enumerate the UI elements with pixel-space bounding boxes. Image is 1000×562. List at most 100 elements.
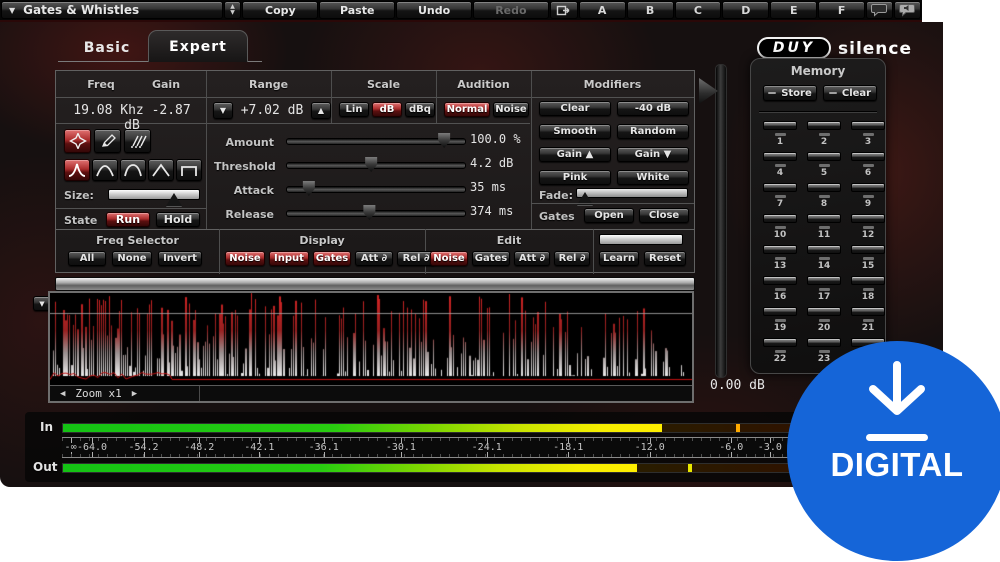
learn-button[interactable]: Learn — [599, 251, 639, 266]
waveform-scrollbar[interactable] — [55, 277, 695, 291]
memory-slot-button[interactable] — [807, 214, 841, 223]
memory-slot-button[interactable] — [807, 121, 841, 130]
multi-draw-tool-button[interactable] — [124, 129, 151, 153]
state-hold-button[interactable]: Hold — [156, 212, 200, 227]
audition-noise-button[interactable]: Noise — [493, 102, 529, 117]
preset-selector[interactable]: ▼ Gates & Whistles — [1, 1, 223, 19]
curve-bell-button[interactable] — [120, 159, 146, 181]
modifier-random-button[interactable]: Random — [617, 124, 689, 139]
memory-slot-button[interactable] — [851, 276, 885, 285]
memory-slot-4[interactable]: 4 — [763, 152, 797, 178]
memory-slot-9[interactable]: 9 — [851, 183, 885, 209]
memory-slot-5[interactable]: 5 — [807, 152, 841, 178]
memory-slot-1[interactable]: 1 — [763, 121, 797, 147]
release-slider-thumb[interactable] — [363, 205, 376, 220]
memory-slot-18[interactable]: 18 — [851, 276, 885, 302]
memory-slot-button[interactable] — [763, 183, 797, 192]
edit-gates-button[interactable]: Gates — [472, 251, 510, 266]
redo-button[interactable]: Redo — [472, 1, 549, 19]
memory-slot-button[interactable] — [851, 245, 885, 254]
memory-slot-10[interactable]: 10 — [763, 214, 797, 240]
audio-bubble-icon[interactable] — [894, 1, 921, 19]
memory-slot-17[interactable]: 17 — [807, 276, 841, 302]
memory-slot-button[interactable] — [763, 214, 797, 223]
memory-slot-button[interactable] — [807, 183, 841, 192]
memory-slot-button[interactable] — [807, 245, 841, 254]
memory-slot-8[interactable]: 8 — [807, 183, 841, 209]
zoom-control[interactable]: ◀ Zoom x1 ▶ — [50, 386, 200, 401]
memory-slot-19[interactable]: 19 — [763, 307, 797, 333]
display-att-button[interactable]: Att ∂ — [355, 251, 393, 266]
reset-button[interactable]: Reset — [644, 251, 686, 266]
memory-slot-button[interactable] — [763, 338, 797, 347]
size-slider[interactable] — [108, 189, 200, 206]
paste-button[interactable]: Paste — [319, 1, 396, 19]
modifier-gain-down-button[interactable]: Gain ▼ — [617, 147, 689, 162]
threshold-slider-thumb[interactable] — [365, 157, 378, 172]
edit-att-button[interactable]: Att ∂ — [514, 251, 550, 266]
curve-flat-top-button[interactable] — [176, 159, 202, 181]
range-increase-button[interactable]: ▲ — [311, 102, 331, 119]
display-gates-button[interactable]: Gates — [313, 251, 351, 266]
modifier-pink-button[interactable]: Pink — [539, 170, 611, 185]
memory-slot-3[interactable]: 3 — [851, 121, 885, 147]
memory-slot-a-button[interactable]: A — [578, 1, 626, 19]
memory-slot-b-button[interactable]: B — [626, 1, 674, 19]
memory-slot-button[interactable] — [851, 307, 885, 316]
node-edit-tool-button[interactable] — [64, 129, 91, 153]
modifier-gain-up-button[interactable]: Gain ▲ — [539, 147, 611, 162]
edit-noise-button[interactable]: Noise — [430, 251, 468, 266]
freq-select-none-button[interactable]: None — [112, 251, 152, 266]
range-decrease-button[interactable]: ▼ — [213, 102, 233, 119]
memory-slot-15[interactable]: 15 — [851, 245, 885, 271]
comment-bubble-icon[interactable] — [866, 1, 894, 19]
memory-slot-22[interactable]: 22 — [763, 338, 797, 364]
edit-rel-button[interactable]: Rel ∂ — [554, 251, 590, 266]
scale-dbq-button[interactable]: dBq — [405, 102, 435, 117]
release-slider[interactable] — [286, 205, 466, 220]
memory-slot-button[interactable] — [763, 121, 797, 130]
undo-button[interactable]: Undo — [396, 1, 472, 19]
curve-narrow-peak-button[interactable] — [64, 159, 90, 181]
memory-slot-button[interactable] — [763, 307, 797, 316]
audition-normal-button[interactable]: Normal — [444, 102, 490, 117]
attack-slider-thumb[interactable] — [302, 181, 315, 196]
gates-close-button[interactable]: Close — [639, 208, 689, 223]
memory-slot-21[interactable]: 21 — [851, 307, 885, 333]
curve-triangle-button[interactable] — [148, 159, 174, 181]
waveform-canvas[interactable] — [50, 293, 692, 385]
amount-slider[interactable] — [286, 133, 466, 148]
copy-button[interactable]: Copy — [242, 1, 319, 19]
memory-slot-f-button[interactable]: F — [818, 1, 866, 19]
memory-slot-13[interactable]: 13 — [763, 245, 797, 271]
memory-slot-14[interactable]: 14 — [807, 245, 841, 271]
modifier-clear-button[interactable]: Clear — [539, 101, 611, 116]
size-slider-thumb[interactable] — [166, 193, 182, 206]
export-icon[interactable] — [549, 1, 578, 19]
memory-slot-button[interactable] — [851, 183, 885, 192]
memory-slot-7[interactable]: 7 — [763, 183, 797, 209]
memory-slot-button[interactable] — [807, 276, 841, 285]
pencil-tool-button[interactable] — [94, 129, 121, 153]
display-noise-button[interactable]: Noise — [225, 251, 265, 266]
memory-slot-2[interactable]: 2 — [807, 121, 841, 147]
memory-slot-11[interactable]: 11 — [807, 214, 841, 240]
memory-slot-e-button[interactable]: E — [770, 1, 818, 19]
tab-basic[interactable]: Basic — [68, 36, 146, 60]
attack-slider[interactable] — [286, 181, 466, 196]
modifier-minus40-button[interactable]: -40 dB — [617, 101, 689, 116]
memory-slot-button[interactable] — [763, 276, 797, 285]
memory-slot-16[interactable]: 16 — [763, 276, 797, 302]
zoom-prev-icon[interactable]: ◀ — [60, 389, 65, 399]
curve-arch-button[interactable] — [92, 159, 118, 181]
memory-slot-c-button[interactable]: C — [674, 1, 722, 19]
zoom-next-icon[interactable]: ▶ — [132, 389, 137, 399]
memory-slot-button[interactable] — [763, 245, 797, 254]
memory-slot-button[interactable] — [807, 307, 841, 316]
memory-slot-button[interactable] — [807, 152, 841, 161]
memory-slot-button[interactable] — [763, 152, 797, 161]
memory-slot-6[interactable]: 6 — [851, 152, 885, 178]
threshold-slider[interactable] — [286, 157, 466, 172]
scale-db-button[interactable]: dB — [372, 102, 402, 117]
state-run-button[interactable]: Run — [106, 212, 150, 227]
